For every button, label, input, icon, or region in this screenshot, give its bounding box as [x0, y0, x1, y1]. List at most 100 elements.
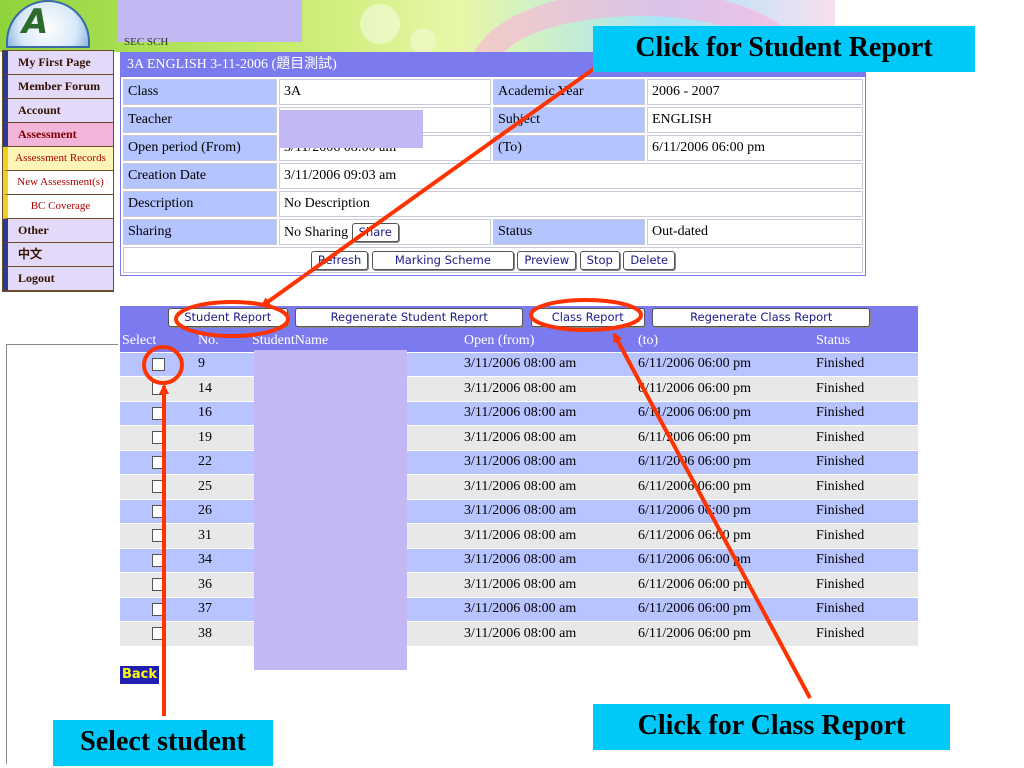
marking-scheme-button[interactable]: Marking Scheme — [371, 250, 514, 270]
col-open-to: (to) — [636, 330, 814, 352]
subject-label: Subject — [493, 107, 645, 133]
regenerate-class-report-button[interactable]: Regenerate Class Report — [652, 308, 871, 327]
academic-year-value: 2006 - 2007 — [647, 79, 863, 105]
student-checkbox[interactable] — [152, 455, 165, 469]
table-row: 26 3/11/2006 08:00 am 6/11/2006 06:00 pm Fi… — [120, 498, 918, 524]
col-student-name: StudentName — [250, 330, 462, 352]
creation-date-value: 3/11/2006 09:03 am — [279, 163, 863, 189]
student-open-from: 3/11/2006 08:00 am — [462, 621, 636, 646]
student-no: 36 — [196, 572, 250, 597]
student-status: Finished — [814, 596, 918, 622]
sidebar-subitem-assessment-records[interactable]: Assessment Records — [3, 147, 113, 171]
sidebar-item-account[interactable]: Account — [3, 99, 113, 123]
table-row: 25 3/11/2006 08:00 am 6/11/2006 06:00 pm Fi… — [120, 474, 918, 499]
student-status: Finished — [814, 498, 918, 524]
student-status: Finished — [814, 547, 918, 573]
student-open-from: 3/11/2006 08:00 am — [462, 474, 636, 499]
class-report-button[interactable]: Class Report — [530, 308, 645, 327]
sidebar-item-other[interactable]: Other — [3, 219, 113, 243]
student-checkbox[interactable] — [152, 406, 165, 420]
assessment-info-table: Class 3A Academic Year 2006 - 2007 Teach… — [121, 77, 865, 275]
select-cell — [120, 596, 196, 622]
student-checkbox[interactable] — [152, 357, 165, 371]
academic-year-label: Academic Year — [493, 79, 645, 105]
open-to-label: (To) — [493, 135, 645, 161]
student-no: 19 — [196, 425, 250, 450]
school-tag: SEC SCH — [124, 36, 169, 48]
banner-bubble — [410, 28, 436, 52]
sidebar-frame-line — [6, 344, 118, 764]
table-row: 14 3/11/2006 08:00 am 6/11/2006 06:00 pm Fi… — [120, 376, 918, 401]
student-no: 26 — [196, 498, 250, 524]
student-open-from: 3/11/2006 08:00 am — [462, 596, 636, 622]
student-checkbox[interactable] — [152, 431, 165, 445]
delete-button[interactable]: Delete — [623, 250, 676, 270]
select-cell — [120, 474, 196, 499]
student-checkbox[interactable] — [152, 553, 165, 567]
assessment-info-panel: 3A ENGLISH 3-11-2006 (題目測試) Class 3A Aca… — [120, 52, 866, 276]
sidebar-nav: My First Page Member Forum Account Asses… — [2, 50, 114, 292]
sidebar-item-logout[interactable]: Logout — [3, 267, 113, 291]
student-open-to: 6/11/2006 06:00 pm — [636, 400, 814, 426]
student-checkbox[interactable] — [152, 504, 165, 518]
student-table-header: Select No. StudentName Open (from) (to) … — [120, 330, 918, 352]
class-value: 3A — [279, 79, 491, 105]
sidebar-subitem-bc-coverage[interactable]: BC Coverage — [3, 195, 113, 219]
student-status: Finished — [814, 449, 918, 475]
back-button[interactable]: Back — [120, 666, 160, 684]
callout-class-report: Click for Class Report — [593, 704, 950, 750]
student-open-from: 3/11/2006 08:00 am — [462, 425, 636, 450]
select-cell — [120, 523, 196, 548]
student-no: 9 — [196, 351, 250, 377]
select-cell — [120, 547, 196, 573]
student-name-mask — [254, 350, 407, 670]
sidebar-subitem-new-assessments[interactable]: New Assessment(s) — [3, 171, 113, 195]
student-open-to: 6/11/2006 06:00 pm — [636, 523, 814, 548]
creation-date-label: Creation Date — [123, 163, 277, 189]
student-no: 34 — [196, 547, 250, 573]
student-checkbox[interactable] — [152, 382, 165, 396]
banner-bubble — [360, 4, 400, 44]
stop-button[interactable]: Stop — [579, 250, 620, 270]
student-open-from: 3/11/2006 08:00 am — [462, 572, 636, 597]
student-open-to: 6/11/2006 06:00 pm — [636, 474, 814, 499]
student-checkbox[interactable] — [152, 529, 165, 543]
select-cell — [120, 449, 196, 475]
col-select: Select — [120, 330, 196, 352]
table-row: 9 3/11/2006 08:00 am 6/11/2006 06:00 pm Fin… — [120, 351, 918, 377]
col-status: Status — [814, 330, 918, 352]
student-checkbox[interactable] — [152, 602, 165, 616]
report-button-bar: Student Report Regenerate Student Report… — [120, 306, 918, 330]
refresh-button[interactable]: Refresh — [310, 250, 369, 270]
student-open-to: 6/11/2006 06:00 pm — [636, 498, 814, 524]
action-button-row: Refresh Marking Scheme Preview Stop Dele… — [123, 247, 863, 273]
sidebar-item-my-first-page[interactable]: My First Page — [3, 51, 113, 75]
preview-button[interactable]: Preview — [517, 250, 577, 270]
student-no: 25 — [196, 474, 250, 499]
table-row: 38 3/11/2006 08:00 am 6/11/2006 06:00 pm Fi… — [120, 621, 918, 646]
student-no: 37 — [196, 596, 250, 622]
sidebar-item-assessment[interactable]: Assessment — [3, 123, 113, 147]
student-checkbox[interactable] — [152, 627, 165, 641]
student-status: Finished — [814, 351, 918, 377]
student-checkbox[interactable] — [152, 578, 165, 592]
student-open-to: 6/11/2006 06:00 pm — [636, 547, 814, 573]
student-report-button[interactable]: Student Report — [167, 308, 288, 327]
student-checkbox[interactable] — [152, 480, 165, 494]
student-open-to: 6/11/2006 06:00 pm — [636, 572, 814, 597]
description-label: Description — [123, 191, 277, 217]
col-no: No. — [196, 330, 250, 352]
sidebar-item-chinese[interactable]: 中文 — [3, 243, 113, 267]
logo-letter: A — [22, 2, 49, 42]
student-no: 31 — [196, 523, 250, 548]
col-open-from: Open (from) — [462, 330, 636, 352]
open-to-value: 6/11/2006 06:00 pm — [647, 135, 863, 161]
class-label: Class — [123, 79, 277, 105]
share-button[interactable]: Share — [351, 222, 399, 242]
student-open-to: 6/11/2006 06:00 pm — [636, 596, 814, 622]
student-open-from: 3/11/2006 08:00 am — [462, 376, 636, 401]
regenerate-student-report-button[interactable]: Regenerate Student Report — [295, 308, 524, 327]
sidebar-item-member-forum[interactable]: Member Forum — [3, 75, 113, 99]
student-open-from: 3/11/2006 08:00 am — [462, 351, 636, 377]
subject-value: ENGLISH — [647, 107, 863, 133]
